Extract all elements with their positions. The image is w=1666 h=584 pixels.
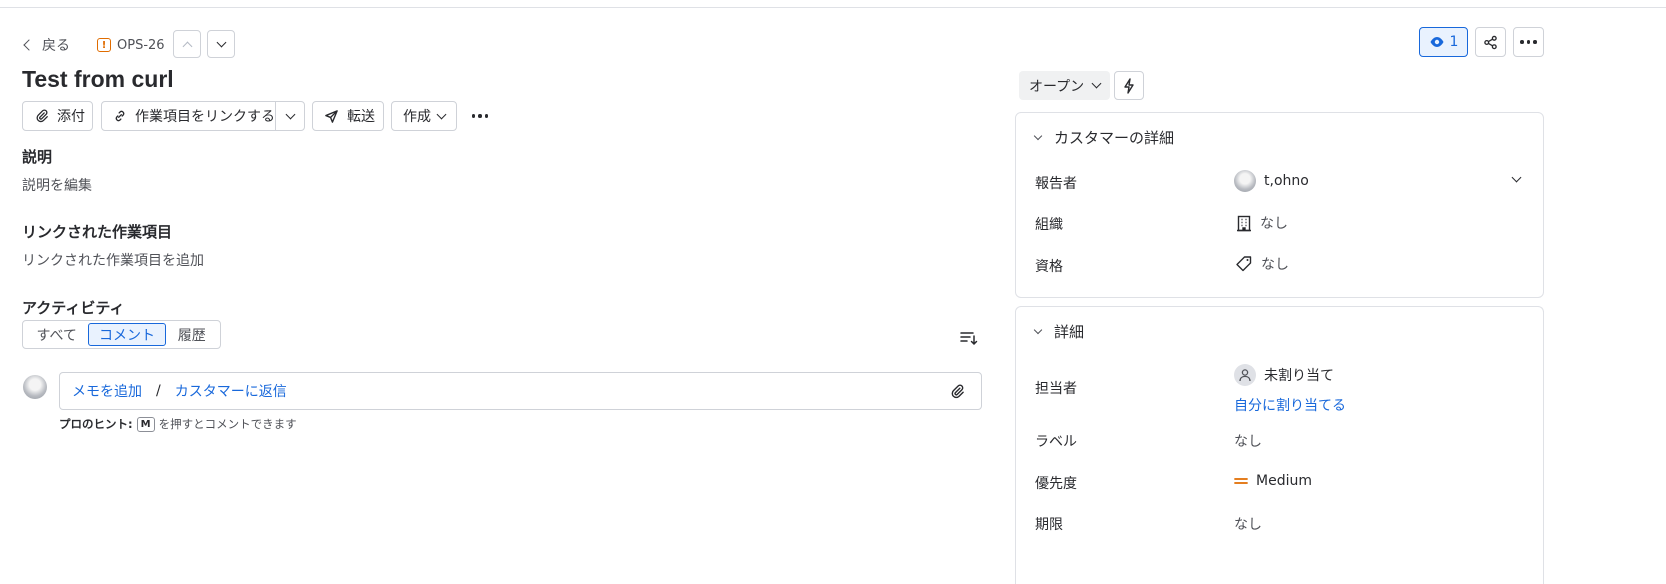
- attach-button[interactable]: 添付: [22, 101, 93, 131]
- description-heading: 説明: [22, 148, 53, 166]
- lightning-icon: [1124, 77, 1134, 94]
- priority-field[interactable]: Medium: [1234, 473, 1312, 489]
- link-icon: [115, 110, 125, 122]
- building-icon: [1237, 215, 1251, 231]
- issue-key-link[interactable]: ! OPS-26: [97, 34, 165, 56]
- labels-value[interactable]: なし: [1234, 431, 1262, 451]
- link-item-button[interactable]: 作業項目をリンクする: [101, 101, 276, 131]
- tab-history[interactable]: 履歴: [166, 323, 218, 346]
- chevron-down-icon: [216, 37, 226, 47]
- sort-icon: [960, 332, 978, 346]
- entitlement-label: 資格: [1035, 259, 1063, 275]
- paperclip-icon[interactable]: [950, 384, 965, 399]
- tab-all[interactable]: すべて: [25, 323, 88, 346]
- details-panel: 詳細 担当者 未割り当て 自分に割り当てる ラベル なし 優先度 Medium …: [1015, 306, 1544, 584]
- assignee-value: 未割り当て: [1264, 368, 1334, 384]
- priority-value: Medium: [1256, 473, 1312, 489]
- chevron-up-icon: [182, 41, 192, 51]
- description-editor[interactable]: 説明を編集: [22, 175, 92, 195]
- more-icon: [1520, 40, 1537, 44]
- assignee-label: 担当者: [1035, 381, 1077, 397]
- share-icon: [1484, 35, 1497, 49]
- share-button[interactable]: [1475, 27, 1506, 57]
- activity-heading: アクティビティ: [22, 299, 125, 317]
- due-date-label: 期限: [1035, 517, 1063, 533]
- assignee-field[interactable]: 未割り当て: [1234, 364, 1334, 386]
- back-link[interactable]: 戻る: [22, 34, 70, 56]
- link-item-label: 作業項目をリンクする: [135, 109, 275, 125]
- status-label: オープン: [1029, 78, 1085, 95]
- paperclip-icon: [36, 109, 48, 123]
- pro-tip: プロのヒント: M を押すとコメントできます: [59, 416, 297, 432]
- activity-tabs: すべて コメント 履歴: [22, 320, 221, 349]
- forward-button[interactable]: 転送: [312, 101, 384, 131]
- details-heading: 詳細: [1054, 323, 1085, 341]
- reporter-value: t,ohno: [1264, 173, 1309, 189]
- entitlement-value: なし: [1261, 257, 1289, 273]
- watch-count: 1: [1449, 34, 1459, 50]
- organization-label: 組織: [1035, 217, 1063, 233]
- organization-field[interactable]: なし: [1236, 213, 1288, 233]
- watch-button[interactable]: 1: [1419, 27, 1468, 57]
- eye-icon: [1430, 37, 1444, 47]
- create-button[interactable]: 作成: [391, 101, 457, 131]
- reporter-field[interactable]: t,ohno: [1234, 170, 1524, 192]
- sort-button[interactable]: [960, 330, 978, 350]
- shortcut-key: M: [136, 416, 155, 432]
- create-label: 作成: [403, 109, 431, 125]
- entitlement-field[interactable]: なし: [1235, 254, 1289, 274]
- reporter-label: 報告者: [1035, 176, 1077, 192]
- chevron-left-icon: [23, 39, 35, 51]
- more-options-button[interactable]: [1513, 27, 1544, 57]
- labels-label: ラベル: [1035, 434, 1077, 450]
- priority-label: 優先度: [1035, 476, 1077, 492]
- customer-details-toggle[interactable]: カスタマーの詳細: [1032, 127, 1174, 148]
- add-note-link[interactable]: メモを追加: [72, 381, 142, 401]
- status-dropdown[interactable]: オープン: [1019, 71, 1111, 100]
- chevron-down-icon: [436, 109, 447, 119]
- tag-icon: [1236, 256, 1252, 272]
- forward-label: 転送: [347, 109, 375, 125]
- due-date-value[interactable]: なし: [1234, 514, 1262, 534]
- pro-tip-prefix: プロのヒント:: [59, 417, 133, 431]
- priority-medium-icon: [1234, 478, 1248, 484]
- back-label: 戻る: [42, 38, 70, 54]
- chevron-down-icon: [285, 109, 295, 119]
- details-toggle[interactable]: 詳細: [1032, 321, 1084, 342]
- reporter-avatar: [1234, 170, 1256, 192]
- incident-icon: !: [97, 38, 111, 52]
- top-divider: [0, 7, 1666, 8]
- attach-label: 添付: [57, 109, 85, 125]
- reply-customer-link[interactable]: カスタマーに返信: [175, 381, 287, 401]
- chevron-down-icon: [1511, 172, 1522, 183]
- previous-issue-button[interactable]: [173, 30, 201, 58]
- add-linked-item[interactable]: リンクされた作業項目を追加: [22, 250, 204, 270]
- organization-value: なし: [1260, 216, 1288, 232]
- tab-comments[interactable]: コメント: [88, 323, 166, 346]
- chevron-down-icon: [1033, 325, 1043, 335]
- assign-to-me-link[interactable]: 自分に割り当てる: [1234, 395, 1346, 415]
- chevron-down-icon: [1033, 131, 1043, 141]
- comment-box[interactable]: メモを追加 / カスタマーに返信: [59, 372, 982, 410]
- pro-tip-text: を押すとコメントできます: [158, 417, 297, 431]
- link-item-dropdown[interactable]: [275, 101, 305, 131]
- linked-items-heading: リンクされた作業項目: [22, 223, 173, 241]
- send-icon: [325, 109, 338, 123]
- more-icon: [471, 114, 476, 118]
- separator: /: [156, 383, 161, 399]
- next-issue-button[interactable]: [207, 30, 235, 58]
- chevron-down-icon: [1091, 78, 1102, 89]
- issue-key: OPS-26: [117, 37, 165, 53]
- current-user-avatar: [23, 375, 47, 399]
- more-actions-button[interactable]: [470, 107, 490, 125]
- customer-details-heading: カスタマーの詳細: [1054, 129, 1175, 147]
- user-icon: [1234, 364, 1256, 386]
- issue-title[interactable]: Test from curl: [22, 66, 174, 93]
- customer-details-panel: カスタマーの詳細 報告者 t,ohno 組織 なし 資格 なし: [1015, 112, 1544, 298]
- automation-button[interactable]: [1114, 71, 1144, 100]
